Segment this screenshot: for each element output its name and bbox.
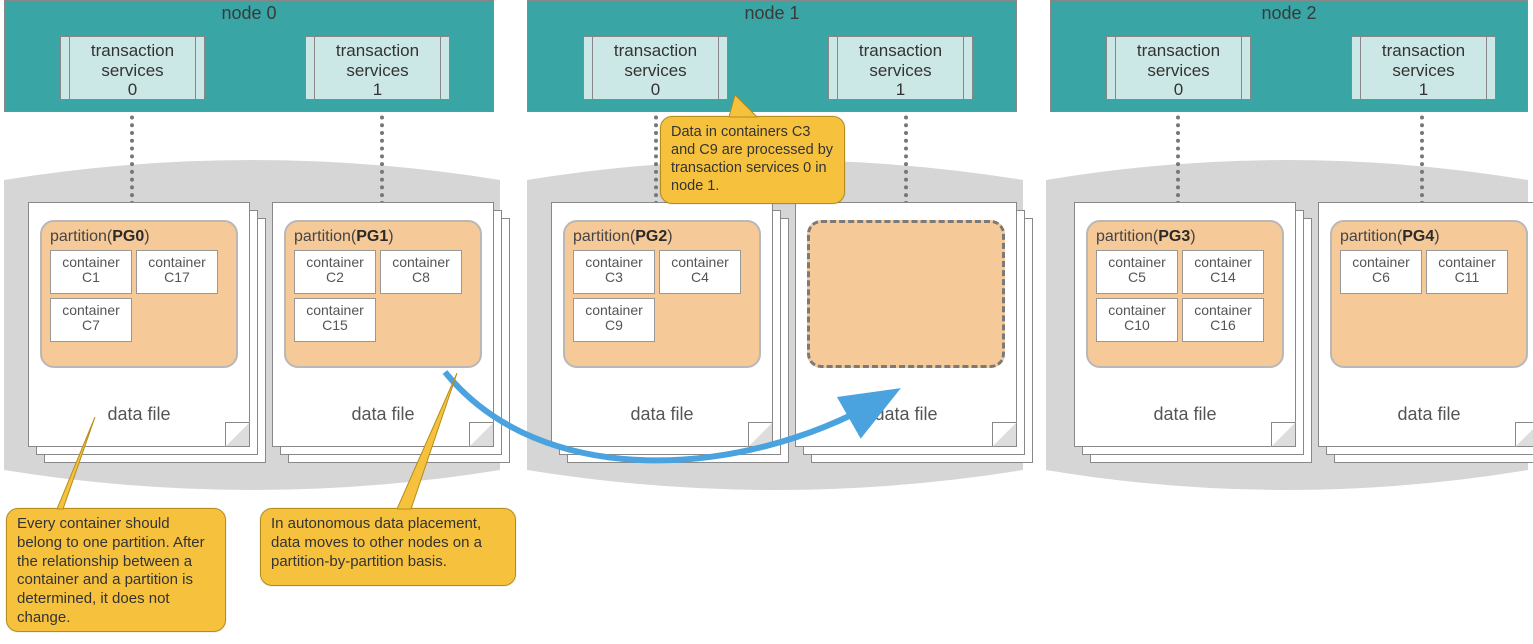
callout-text: Data in containers C3 and C9 are process… (671, 124, 833, 194)
callout-data-processed: Data in containers C3 and C9 are process… (660, 116, 845, 204)
callout-text: Every container should belong to one par… (17, 515, 205, 626)
callout-autonomous-placement: In autonomous data placement, data moves… (260, 508, 516, 586)
callout-every-container: Every container should belong to one par… (6, 508, 226, 632)
callout-text: In autonomous data placement, data moves… (271, 515, 482, 570)
